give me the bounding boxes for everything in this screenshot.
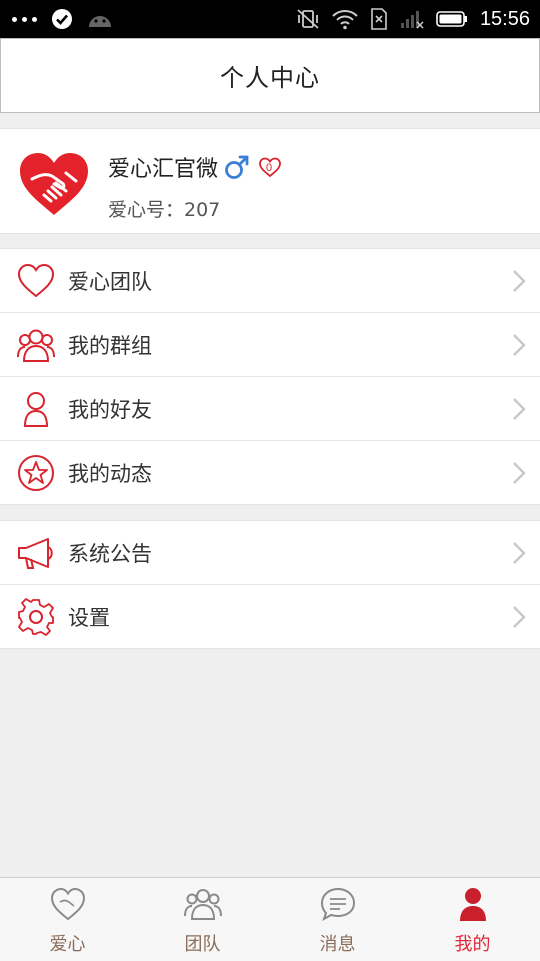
chat-icon [320, 887, 355, 922]
menu-label: 设置 [68, 605, 110, 630]
tab-label: 爱心 [49, 934, 86, 955]
clock: 15:56 [479, 7, 530, 30]
menu-label: 爱心团队 [68, 269, 152, 294]
wifi-icon [332, 10, 358, 30]
menu-item-love-team[interactable]: 爱心团队 [0, 249, 540, 313]
profile-name: 爱心汇官微 [108, 157, 219, 182]
tab-label: 团队 [184, 934, 221, 955]
group-icon [17, 329, 55, 362]
menu-item-my-activity[interactable]: 我的动态 [0, 441, 540, 504]
megaphone-icon [18, 538, 53, 569]
title-bar: 个人中心 [0, 38, 540, 113]
group-icon [183, 889, 222, 920]
tab-mine[interactable]: 我的 [405, 878, 540, 961]
menu-group-main: 爱心团队 我的群组 我的好友 我的动态 [0, 248, 540, 505]
love-count: 0 [266, 162, 273, 174]
no-sim-icon [371, 8, 387, 30]
menu-item-settings[interactable]: 设置 [0, 585, 540, 648]
tab-label: 消息 [319, 934, 356, 955]
love-count-badge: 0 [258, 156, 282, 178]
chevron-right-icon [513, 462, 526, 484]
android-icon [89, 16, 111, 27]
star-icon [18, 455, 54, 491]
status-bar: 15:56 [0, 0, 540, 38]
tab-team[interactable]: 团队 [135, 878, 270, 961]
gear-icon [18, 598, 54, 636]
more-dots-icon [12, 16, 37, 22]
page-title: 个人中心 [220, 64, 320, 92]
love-id: 爱心号：207 [108, 199, 221, 221]
signal-icon [400, 11, 424, 29]
menu-label: 我的动态 [68, 461, 152, 486]
person-icon [459, 888, 486, 921]
avatar [20, 153, 88, 215]
chevron-right-icon [513, 606, 526, 628]
chevron-right-icon [513, 334, 526, 356]
tab-messages[interactable]: 消息 [270, 878, 405, 961]
menu-label: 我的群组 [68, 333, 152, 358]
menu-label: 系统公告 [68, 541, 152, 566]
person-icon [23, 392, 49, 427]
chevron-right-icon [513, 542, 526, 564]
battery-icon [436, 11, 467, 27]
male-icon [225, 155, 249, 179]
bottom-tab-bar: 爱心 团队 消息 我的 [0, 877, 540, 961]
tab-label: 我的 [454, 934, 491, 955]
menu-item-my-groups[interactable]: 我的群组 [0, 313, 540, 377]
profile-card[interactable]: 爱心汇官微 0 爱心号：207 [0, 128, 540, 234]
check-circle-icon [52, 9, 72, 29]
menu-group-system: 系统公告 设置 [0, 520, 540, 649]
menu-label: 我的好友 [68, 397, 152, 422]
chevron-right-icon [513, 398, 526, 420]
chevron-right-icon [513, 270, 526, 292]
heart-icon [17, 263, 55, 298]
heart-icon [50, 887, 85, 921]
vibrate-off-icon [297, 9, 319, 29]
menu-item-announcements[interactable]: 系统公告 [0, 521, 540, 585]
tab-love[interactable]: 爱心 [0, 878, 135, 961]
menu-item-my-friends[interactable]: 我的好友 [0, 377, 540, 441]
